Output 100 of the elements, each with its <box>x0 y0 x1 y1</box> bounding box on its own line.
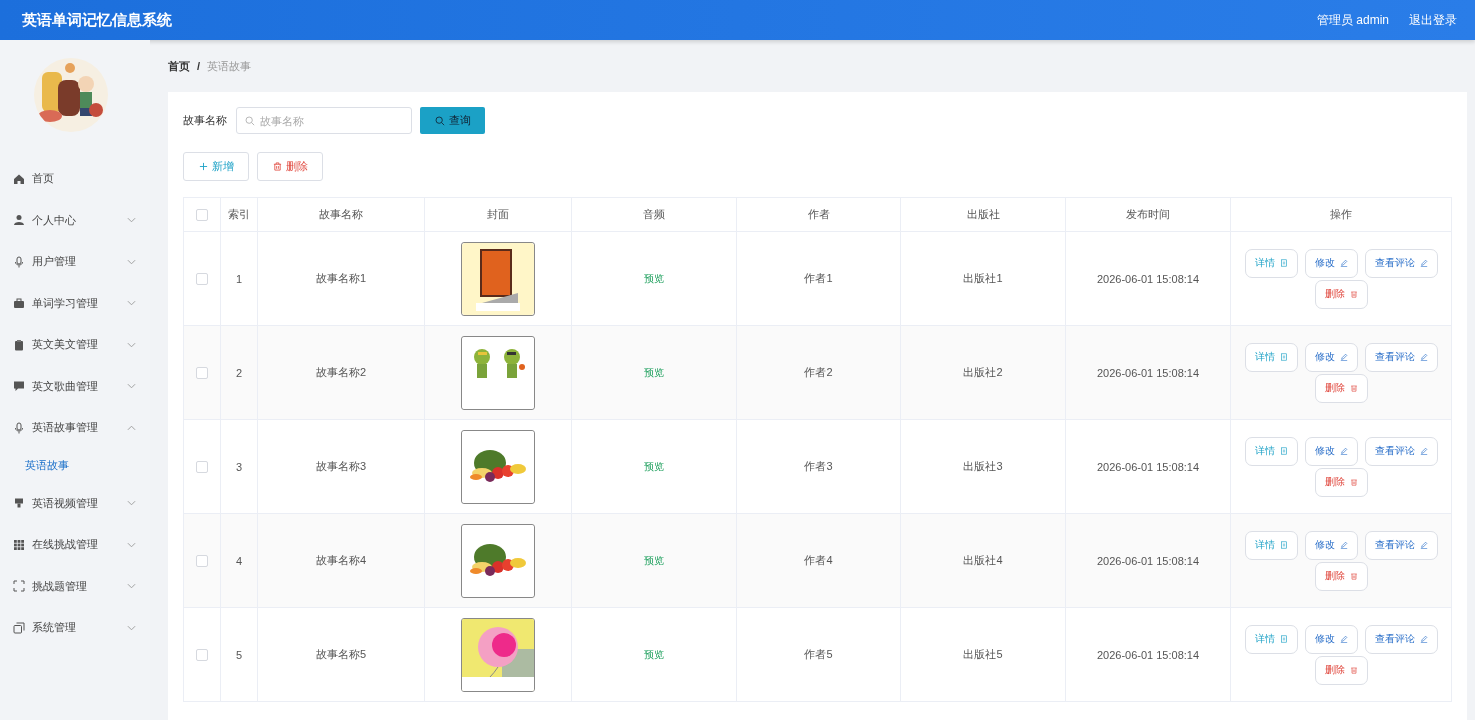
menu-item[interactable]: 系统管理 <box>0 607 150 649</box>
preview-link[interactable]: 预览 <box>644 272 664 284</box>
pencil-icon <box>1419 259 1428 267</box>
menu-icon <box>13 497 25 510</box>
row-checkbox[interactable] <box>196 461 208 474</box>
search-field[interactable]: 故事名称 <box>236 107 412 134</box>
preview-link[interactable]: 预览 <box>644 554 664 566</box>
menu-icon <box>13 338 25 351</box>
chevron-down-icon <box>127 258 136 265</box>
delete-button[interactable]: 删除 <box>1314 561 1368 591</box>
menu-item[interactable]: 英文美文管理 <box>0 324 150 366</box>
edit-button[interactable]: 修改 <box>1304 436 1358 466</box>
comments-button[interactable]: 查看评论 <box>1364 530 1438 560</box>
delete-button[interactable]: 删除 <box>1314 373 1368 403</box>
row-checkbox[interactable] <box>196 555 208 568</box>
row-checkbox[interactable] <box>196 367 208 380</box>
pencil-icon <box>1419 635 1428 643</box>
edit-button[interactable]: 修改 <box>1304 248 1358 278</box>
pencil-icon <box>1419 353 1428 361</box>
menu-item[interactable]: 首页 <box>0 158 150 200</box>
detail-button[interactable]: 详情 <box>1244 248 1298 278</box>
trash-icon <box>1349 384 1358 392</box>
trash-icon <box>1349 478 1358 486</box>
table-cell: 3 <box>235 460 243 473</box>
menu-item[interactable]: 挑战题管理 <box>0 565 150 607</box>
preview-link[interactable]: 预览 <box>644 366 664 378</box>
chevron-down-icon <box>127 624 136 631</box>
user-label: 管理员 admin <box>1316 11 1389 29</box>
delete-button[interactable]: 删除 <box>1314 467 1368 497</box>
column-header: 发布时间 <box>1126 208 1170 220</box>
detail-button[interactable]: 详情 <box>1244 530 1298 560</box>
menu-icon <box>13 297 25 310</box>
menu-item[interactable]: 个人中心 <box>0 199 150 241</box>
submenu-item[interactable]: 英语故事 <box>0 448 150 483</box>
select-all-checkbox[interactable] <box>196 209 208 222</box>
column-header: 故事名称 <box>319 208 363 220</box>
comments-button[interactable]: 查看评论 <box>1364 248 1438 278</box>
add-button[interactable]: 新增 <box>183 152 249 181</box>
table-cell: 作者2 <box>804 366 833 378</box>
trash-icon <box>1349 572 1358 580</box>
edit-button[interactable]: 修改 <box>1304 342 1358 372</box>
menu-icon <box>13 621 25 634</box>
comments-button[interactable]: 查看评论 <box>1364 342 1438 372</box>
table-cell: 出版社1 <box>963 272 1003 284</box>
delete-button[interactable]: 删除 <box>1314 279 1368 309</box>
detail-button[interactable]: 详情 <box>1244 342 1298 372</box>
table-cell: 2 <box>235 366 243 379</box>
pencil-icon <box>1339 635 1348 643</box>
table-cell: 出版社2 <box>963 366 1003 378</box>
document-icon <box>1279 447 1288 455</box>
detail-button[interactable]: 详情 <box>1244 436 1298 466</box>
trash-icon <box>1349 290 1358 298</box>
row-checkbox[interactable] <box>196 273 208 286</box>
comments-button[interactable]: 查看评论 <box>1364 436 1438 466</box>
row-checkbox[interactable] <box>196 649 208 662</box>
edit-button[interactable]: 修改 <box>1304 624 1358 654</box>
pencil-icon <box>1339 541 1348 549</box>
table-cell: 2026-06-01 15:08:14 <box>1096 460 1200 473</box>
search-icon <box>434 115 445 126</box>
table-cell: 出版社3 <box>963 460 1003 472</box>
chevron-up-icon <box>127 424 136 431</box>
menu-icon <box>13 172 25 185</box>
column-header: 操作 <box>1330 208 1352 220</box>
chevron-down-icon <box>127 583 136 590</box>
table-cell: 2026-06-01 15:08:14 <box>1096 366 1200 379</box>
menu-item[interactable]: 英语视频管理 <box>0 482 150 524</box>
table-cell: 出版社5 <box>963 648 1003 660</box>
preview-link[interactable]: 预览 <box>644 648 664 660</box>
breadcrumb-link[interactable]: 首页 <box>168 58 190 74</box>
menu-icon <box>13 538 25 551</box>
chevron-down-icon <box>127 500 136 507</box>
delete-button[interactable]: 删除 <box>257 152 323 181</box>
menu-icon <box>13 580 25 593</box>
document-icon <box>1279 259 1288 267</box>
menu-item[interactable]: 英文歌曲管理 <box>0 365 150 407</box>
table-cell: 故事名称3 <box>315 460 367 472</box>
comments-button[interactable]: 查看评论 <box>1364 624 1438 654</box>
column-header: 作者 <box>807 208 830 220</box>
preview-link[interactable]: 预览 <box>644 460 664 472</box>
column-header: 出版社 <box>966 208 1000 220</box>
menu-item[interactable]: 单词学习管理 <box>0 282 150 324</box>
search-button[interactable]: 查询 <box>420 107 485 134</box>
table-cell: 故事名称2 <box>315 366 367 378</box>
edit-button[interactable]: 修改 <box>1304 530 1358 560</box>
menu-item[interactable]: 英语故事管理 <box>0 407 150 449</box>
menu-icon <box>13 255 25 268</box>
logout-link[interactable]: 退出登录 <box>1409 11 1457 29</box>
chevron-down-icon <box>127 383 136 390</box>
table-cell: 2026-06-01 15:08:14 <box>1096 554 1200 567</box>
chevron-down-icon <box>127 217 136 224</box>
table-cell: 4 <box>235 554 243 567</box>
menu-item[interactable]: 在线挑战管理 <box>0 524 150 566</box>
search-label: 故事名称 <box>183 113 227 128</box>
app-title: 英语单词记忆信息系统 <box>22 10 172 30</box>
table-cell: 故事名称5 <box>315 648 367 660</box>
delete-button[interactable]: 删除 <box>1314 655 1368 685</box>
detail-button[interactable]: 详情 <box>1244 624 1298 654</box>
pencil-icon <box>1339 353 1348 361</box>
menu-item[interactable]: 用户管理 <box>0 241 150 283</box>
pencil-icon <box>1419 541 1428 549</box>
